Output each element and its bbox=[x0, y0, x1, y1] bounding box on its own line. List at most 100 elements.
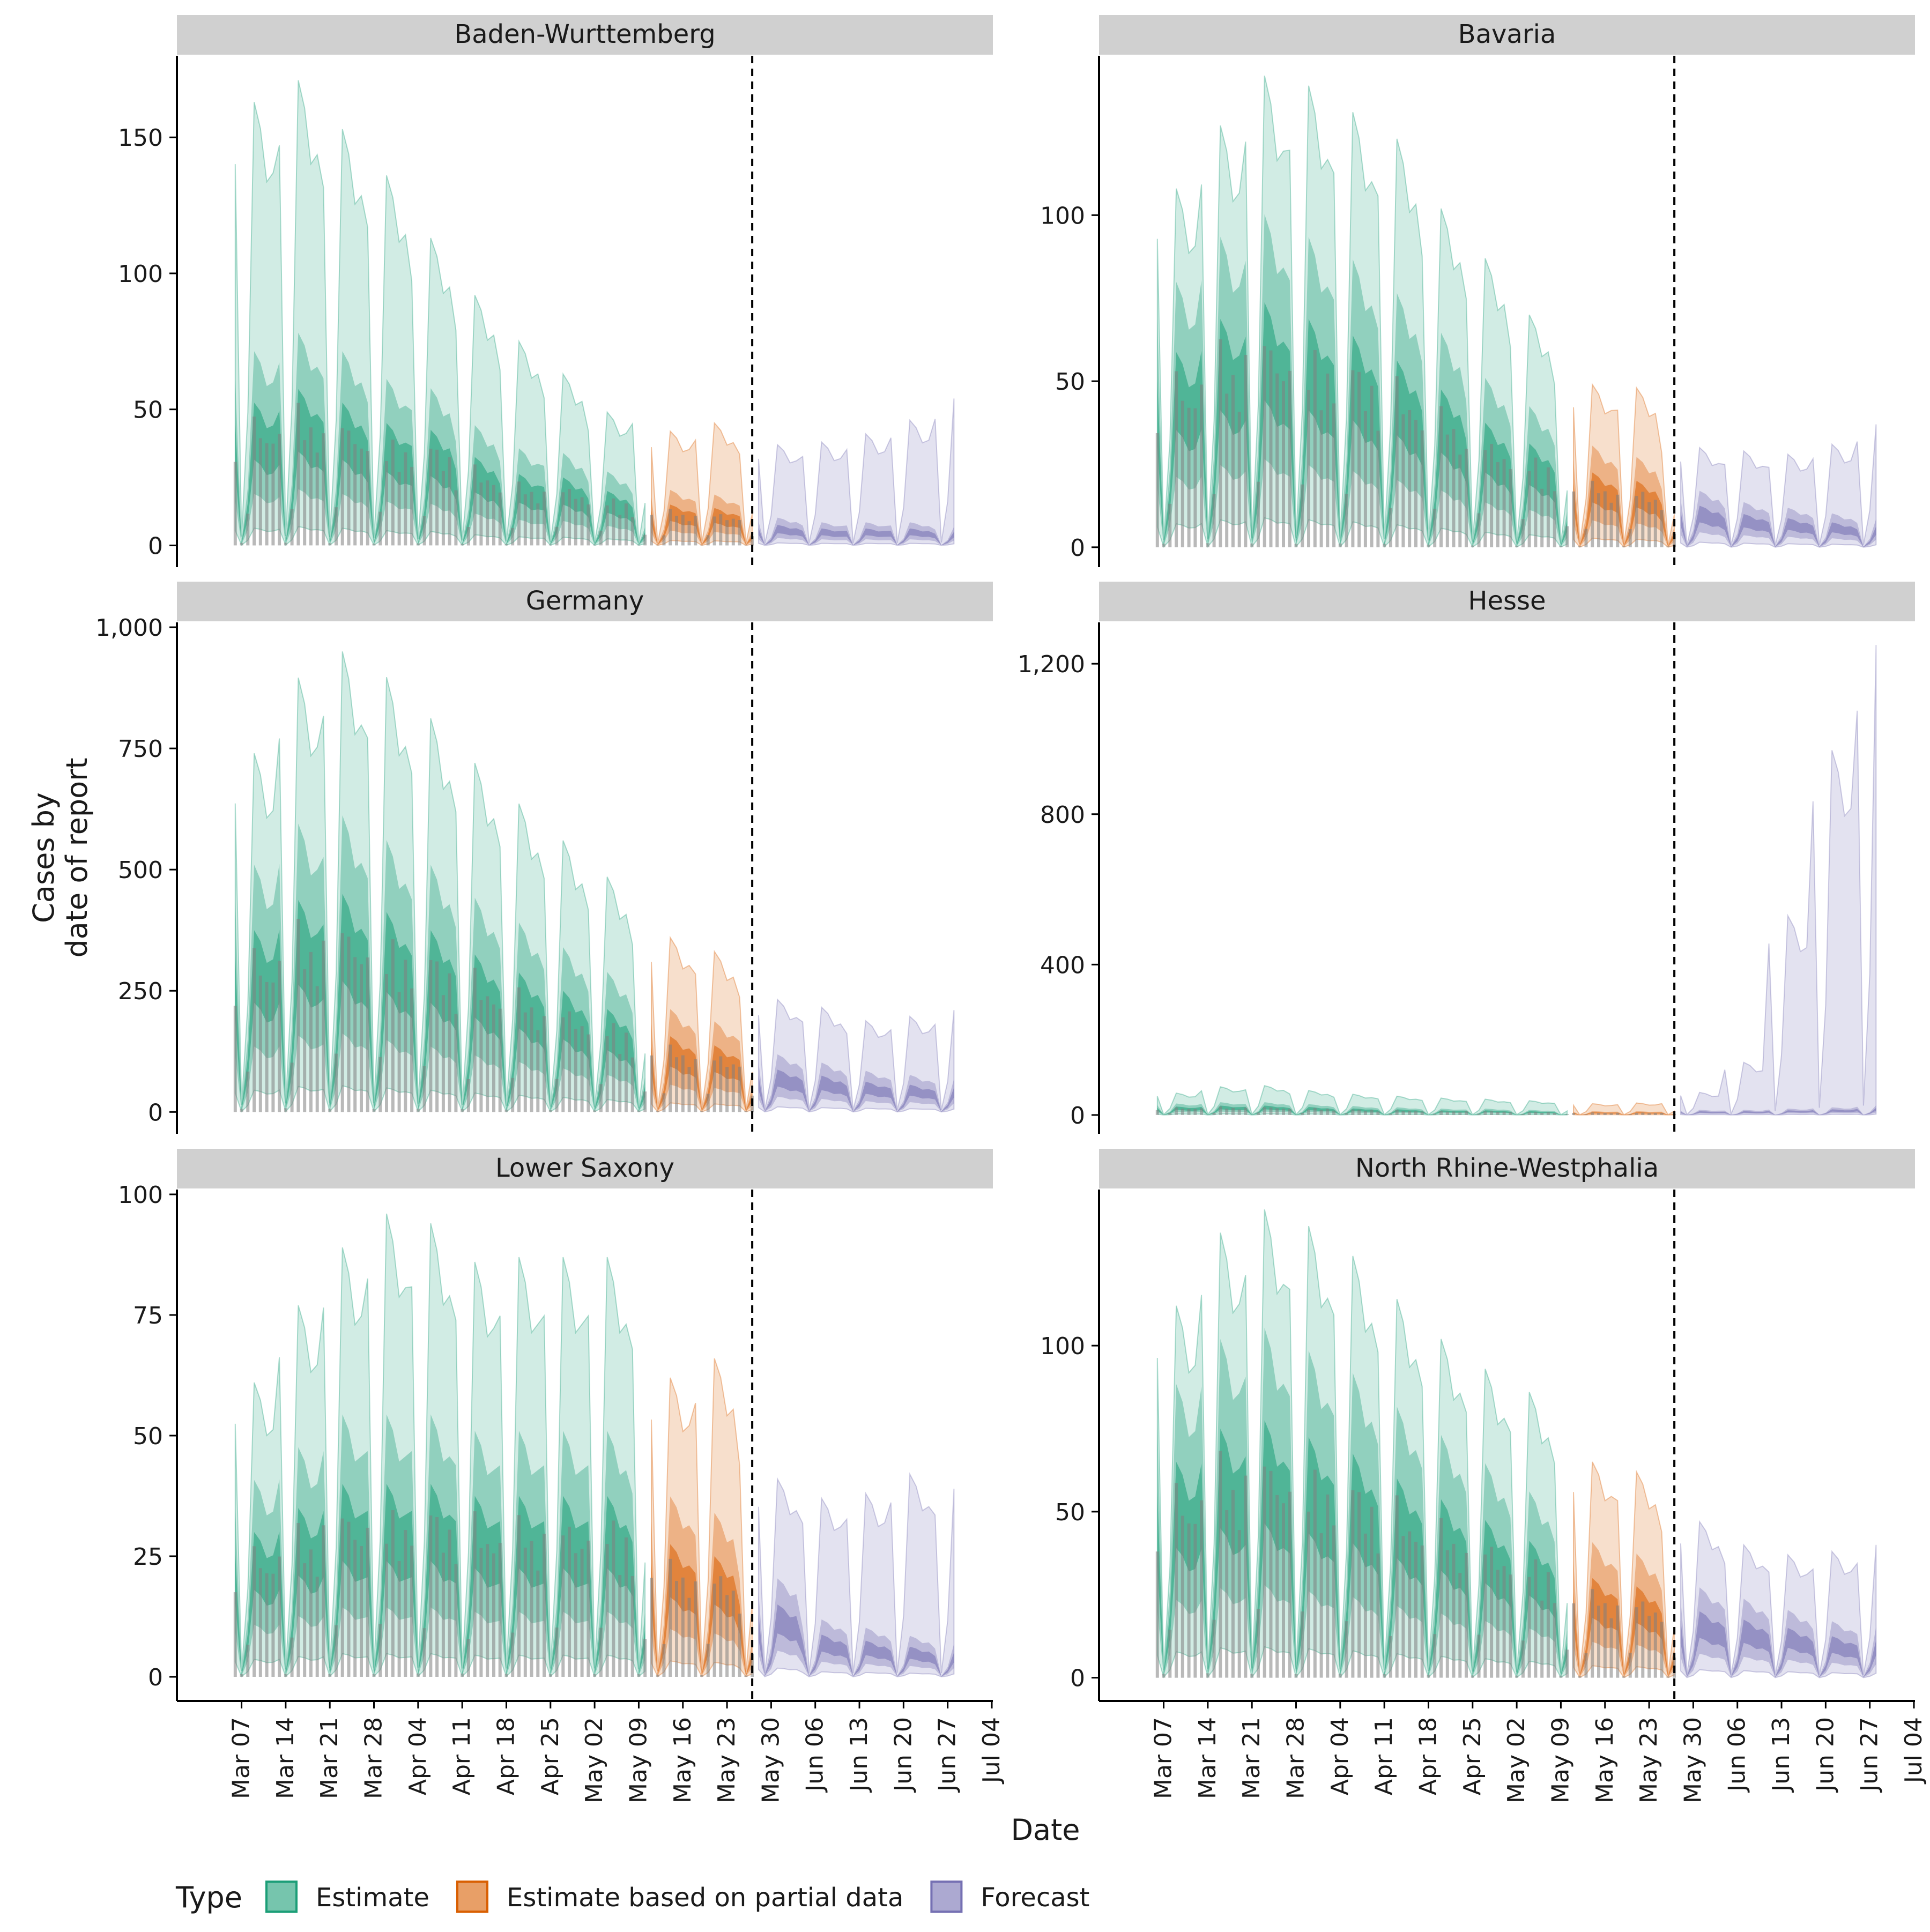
observed-bar bbox=[360, 1546, 363, 1677]
observed-bar bbox=[398, 472, 401, 545]
observed-bar bbox=[473, 1511, 477, 1677]
observed-bar bbox=[265, 443, 269, 545]
x-tick-label: Apr 25 bbox=[537, 1717, 564, 1795]
x-tick-label: Mar 07 bbox=[1150, 1717, 1177, 1799]
observed-bar bbox=[1490, 1111, 1493, 1115]
x-tick-label: Apr 04 bbox=[1326, 1717, 1354, 1795]
observed-bar bbox=[1282, 1503, 1285, 1677]
observed-bar bbox=[1610, 503, 1613, 547]
x-tick-label: Mar 14 bbox=[1194, 1717, 1221, 1799]
panel: Baden-Wurttemberg050100150 bbox=[118, 15, 993, 567]
observed-bar bbox=[612, 499, 615, 546]
x-tick-label: May 30 bbox=[757, 1717, 784, 1803]
observed-bar bbox=[656, 1111, 659, 1112]
observed-bar bbox=[328, 1109, 331, 1112]
observed-bar bbox=[581, 1026, 584, 1112]
observed-bar bbox=[1357, 1110, 1361, 1115]
observed-bar bbox=[1270, 351, 1273, 547]
observed-bar bbox=[1414, 1542, 1417, 1678]
observed-bar bbox=[643, 535, 647, 546]
observed-bar bbox=[1534, 458, 1537, 547]
observed-bar bbox=[587, 1541, 590, 1677]
observed-bar bbox=[1604, 1603, 1607, 1678]
observed-bar bbox=[448, 974, 451, 1112]
observed-bar bbox=[435, 1517, 439, 1677]
observed-bar bbox=[719, 1576, 722, 1677]
observed-bar bbox=[435, 450, 439, 546]
observed-bar bbox=[1238, 1110, 1241, 1115]
observed-bar bbox=[694, 1581, 697, 1677]
y-tick-label: 500 bbox=[118, 857, 163, 884]
observed-bar bbox=[1332, 1526, 1335, 1678]
observed-bar bbox=[1395, 376, 1399, 547]
observed-bar bbox=[1389, 508, 1392, 547]
observed-bar bbox=[347, 430, 351, 545]
observed-bar bbox=[1534, 1559, 1537, 1678]
observed-bar bbox=[1591, 481, 1594, 547]
observed-bar bbox=[378, 1057, 382, 1112]
observed-bar bbox=[1295, 544, 1298, 547]
observed-bar bbox=[1439, 1111, 1443, 1115]
observed-bar bbox=[517, 1515, 521, 1677]
observed-bar bbox=[479, 1548, 482, 1677]
observed-bar bbox=[1364, 1534, 1367, 1678]
observed-bar bbox=[1458, 1112, 1461, 1115]
observed-bar bbox=[1238, 412, 1241, 547]
y-tick-label: 50 bbox=[1055, 368, 1085, 396]
observed-bar bbox=[549, 545, 552, 546]
observed-bar bbox=[1307, 390, 1310, 547]
observed-bar bbox=[536, 1030, 539, 1112]
observed-bar bbox=[1572, 1603, 1575, 1678]
observed-bar bbox=[1193, 408, 1197, 547]
observed-bar bbox=[1666, 1676, 1669, 1677]
observed-bar bbox=[391, 939, 395, 1112]
observed-bar bbox=[417, 1109, 420, 1112]
observed-bar bbox=[631, 517, 634, 545]
observed-bar bbox=[1408, 1532, 1411, 1678]
observed-bar bbox=[1654, 500, 1657, 547]
y-tick-label: 0 bbox=[1070, 1102, 1085, 1130]
observed-bar bbox=[1364, 411, 1367, 547]
observed-bar bbox=[593, 1110, 596, 1112]
observed-bar bbox=[366, 1528, 369, 1677]
observed-bar bbox=[328, 543, 331, 545]
observed-bar bbox=[1565, 526, 1569, 547]
observed-bar bbox=[1471, 1675, 1474, 1677]
observed-bar bbox=[700, 1675, 703, 1677]
observed-bar bbox=[606, 506, 609, 546]
observed-bar bbox=[1263, 1108, 1266, 1115]
x-tick-label: Mar 07 bbox=[228, 1717, 255, 1799]
observed-bar bbox=[385, 461, 388, 546]
observed-bar bbox=[517, 481, 521, 545]
observed-bar bbox=[543, 492, 546, 545]
observed-bar bbox=[296, 1523, 300, 1677]
observed-bar bbox=[1288, 371, 1291, 547]
observed-bar bbox=[454, 1014, 457, 1112]
observed-bar bbox=[1439, 406, 1443, 547]
observed-bar bbox=[1238, 1530, 1241, 1678]
observed-bar bbox=[1206, 543, 1209, 547]
observed-bar bbox=[555, 1079, 559, 1112]
y-tick-label: 50 bbox=[133, 397, 163, 424]
observed-bar bbox=[1263, 1467, 1266, 1678]
observed-bar bbox=[259, 976, 262, 1112]
observed-bar bbox=[1629, 1653, 1632, 1678]
observed-bar bbox=[423, 516, 426, 545]
observed-bar bbox=[713, 1584, 716, 1677]
y-tick-label: 0 bbox=[148, 532, 163, 560]
observed-bar bbox=[536, 503, 539, 545]
observed-bar bbox=[341, 933, 344, 1112]
observed-bar bbox=[530, 1541, 533, 1677]
observed-bar bbox=[1427, 545, 1430, 547]
observed-bar bbox=[1401, 1111, 1405, 1115]
observed-bar bbox=[1559, 546, 1562, 547]
observed-bar bbox=[675, 1581, 678, 1677]
observed-bar bbox=[1200, 384, 1203, 547]
observed-bar bbox=[1250, 544, 1253, 547]
observed-bar bbox=[1257, 482, 1260, 547]
observed-bar bbox=[606, 1036, 609, 1112]
observed-bar bbox=[499, 1009, 502, 1112]
observed-bar bbox=[246, 1072, 249, 1112]
x-tick-label: May 16 bbox=[1591, 1717, 1619, 1803]
observed-bar bbox=[499, 1543, 502, 1677]
